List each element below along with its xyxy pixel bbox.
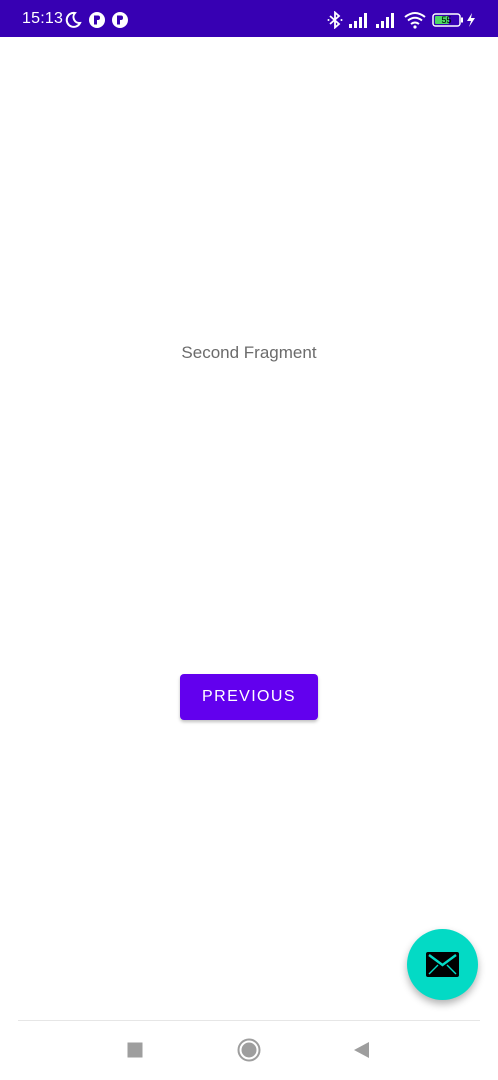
- fragment-label: Second Fragment: [181, 343, 317, 362]
- notification-app-icon: [111, 11, 129, 29]
- nav-divider: [18, 1020, 480, 1021]
- status-bar: 15:13 55: [0, 0, 498, 37]
- battery-icon: 55: [432, 11, 464, 29]
- signal-icon: [348, 11, 370, 29]
- back-button[interactable]: [348, 1036, 376, 1064]
- home-button[interactable]: [235, 1036, 263, 1064]
- signal-icon: [375, 11, 397, 29]
- recents-square-icon: [127, 1042, 143, 1058]
- previous-button[interactable]: PREVIOUS: [180, 674, 318, 720]
- home-circle-icon: [237, 1038, 261, 1062]
- wifi-icon: [404, 11, 426, 29]
- status-time: 15:13: [22, 10, 64, 27]
- battery-level-text: 55: [441, 15, 451, 25]
- back-triangle-icon: [354, 1042, 369, 1058]
- notification-app-icon: [88, 11, 106, 29]
- app-screen: 15:13 55 Second Fragment PREVIOUS: [0, 0, 498, 1080]
- moon-icon: [64, 11, 82, 29]
- charging-icon: [465, 11, 477, 29]
- bluetooth-icon: [326, 10, 344, 30]
- fab-mail-button[interactable]: [407, 929, 478, 1000]
- recents-button[interactable]: [121, 1036, 149, 1064]
- mail-icon: [426, 952, 459, 977]
